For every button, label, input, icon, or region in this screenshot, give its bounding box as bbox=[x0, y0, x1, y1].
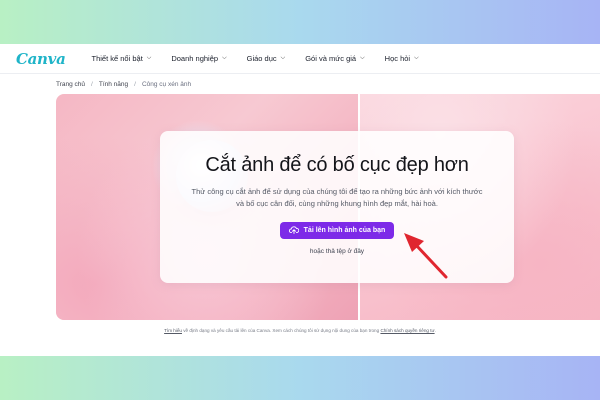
upload-image-button[interactable]: Tải lên hình ảnh của bạn bbox=[279, 221, 395, 239]
cloud-upload-icon bbox=[288, 226, 299, 234]
upload-card: Cắt ảnh để có bố cục đẹp hơn Thử công cụ… bbox=[160, 131, 514, 283]
nav-label: Giáo dục bbox=[246, 54, 277, 63]
breadcrumb: Trang chủ / Tính năng / Công cụ xén ảnh bbox=[0, 74, 600, 94]
canva-logo[interactable]: Canva bbox=[16, 50, 66, 68]
breadcrumb-separator: / bbox=[91, 80, 93, 88]
chevron-down-icon: ⌵ bbox=[146, 55, 152, 61]
privacy-policy-link[interactable]: Chính sách quyền riêng tư bbox=[380, 328, 434, 333]
chevron-down-icon: ⌵ bbox=[280, 55, 286, 61]
hero-banner: Cắt ảnh để có bố cục đẹp hơn Thử công cụ… bbox=[56, 94, 600, 320]
breadcrumb-separator: / bbox=[134, 80, 136, 88]
footnote-end: . bbox=[434, 328, 436, 333]
nav-learn[interactable]: Học hỏi ⌵ bbox=[385, 54, 419, 63]
breadcrumb-current: Công cụ xén ảnh bbox=[141, 80, 192, 88]
chevron-down-icon: ⌵ bbox=[222, 55, 227, 61]
footnote-text: về định dạng và yêu cầu tải lên của Canv… bbox=[181, 328, 381, 333]
breadcrumb-features[interactable]: Tính năng bbox=[99, 81, 128, 88]
breadcrumb-home[interactable]: Trang chủ bbox=[56, 81, 85, 88]
learn-more-link[interactable]: Tìm hiểu bbox=[164, 328, 182, 333]
nav-label: Gói và mức giá bbox=[305, 54, 357, 63]
nav-pricing[interactable]: Gói và mức giá ⌵ bbox=[305, 54, 364, 63]
chevron-down-icon: ⌵ bbox=[360, 55, 365, 61]
nav-education[interactable]: Giáo dục ⌵ bbox=[247, 54, 286, 63]
nav-label: Thiết kế nổi bật bbox=[91, 54, 143, 63]
nav-featured-designs[interactable]: Thiết kế nổi bật ⌵ bbox=[92, 54, 152, 63]
upload-button-label: Tải lên hình ảnh của bạn bbox=[303, 226, 386, 234]
hero-description: Thử công cụ cắt ảnh để sử dụng của chúng… bbox=[191, 187, 483, 208]
drop-zone-text: hoặc thả tệp ở đây bbox=[309, 248, 365, 255]
nav-business[interactable]: Doanh nghiệp ⌵ bbox=[171, 54, 226, 63]
nav-label: Doanh nghiệp bbox=[171, 54, 219, 63]
top-navbar: Canva Thiết kế nổi bật ⌵ Doanh nghiệp ⌵ … bbox=[0, 44, 600, 74]
upload-footnote: Tìm hiểu về định dạng và yêu cầu tải lên… bbox=[0, 328, 600, 333]
chevron-down-icon: ⌵ bbox=[414, 55, 419, 61]
canva-page: Canva Thiết kế nổi bật ⌵ Doanh nghiệp ⌵ … bbox=[0, 44, 600, 356]
nav-label: Học hỏi bbox=[384, 54, 411, 63]
page-title: Cắt ảnh để có bố cục đẹp hơn bbox=[205, 154, 469, 176]
